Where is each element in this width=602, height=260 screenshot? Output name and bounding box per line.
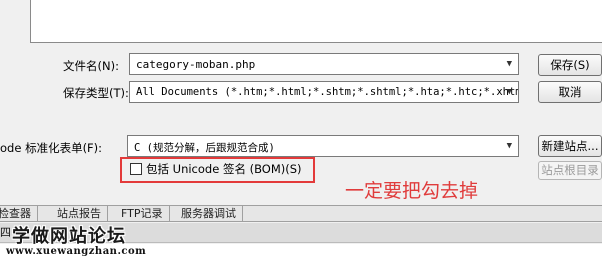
panel-tab-bar: 检查器 站点报告 FTP记录 服务器调试 <box>0 205 602 222</box>
save-button[interactable]: 保存(S) <box>538 54 602 76</box>
tab-ftp-log[interactable]: FTP记录 <box>115 206 170 222</box>
file-list-area[interactable] <box>30 0 602 43</box>
new-site-button[interactable]: 新建站点... <box>538 135 602 157</box>
bom-checkbox[interactable] <box>130 163 142 175</box>
normalization-form-select[interactable]: C (规范分解，后跟规范合成) ▼ <box>127 135 519 157</box>
watermark: 学做网站论坛 www.xuewangzhan.com <box>0 222 200 257</box>
chevron-down-icon: ▼ <box>506 87 512 97</box>
tab-server-debug[interactable]: 服务器调试 <box>175 206 243 222</box>
normalization-form-label: ode 标准化表单(F): <box>0 141 103 155</box>
filetype-label: 保存类型(T): <box>63 86 129 100</box>
chevron-down-icon: ▼ <box>506 141 512 151</box>
filetype-value: All Documents (*.htm;*.html;*.shtm;*.sht… <box>136 86 519 98</box>
watermark-title: 学做网站论坛 <box>12 226 126 247</box>
tab-site-report[interactable]: 站点报告 <box>51 206 108 222</box>
bom-checkbox-label[interactable]: 包括 Unicode 签名 (BOM)(S) <box>146 161 302 177</box>
chevron-down-icon[interactable]: ▼ <box>507 59 512 69</box>
filename-value: category-moban.php <box>136 58 256 71</box>
tab-inspector[interactable]: 检查器 <box>0 206 38 222</box>
cancel-button[interactable]: 取消 <box>538 81 602 103</box>
annotation-text: 一定要把勾去掉 <box>345 180 479 202</box>
watermark-url: www.xuewangzhan.com <box>6 246 147 257</box>
filetype-select[interactable]: All Documents (*.htm;*.html;*.shtm;*.sht… <box>129 81 519 103</box>
normalization-form-value: C (规范分解，后跟规范合成) <box>134 142 275 154</box>
filename-label: 文件名(N): <box>63 59 119 73</box>
site-root-button[interactable]: 站点根目录 <box>538 161 602 180</box>
filename-input[interactable]: category-moban.php ▼ <box>129 53 519 75</box>
